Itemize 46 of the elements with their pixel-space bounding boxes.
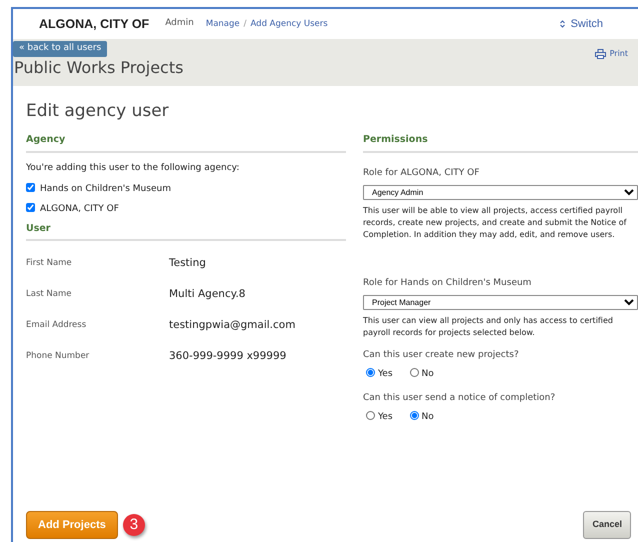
- agency-label: Hands on Children's Museum: [40, 184, 171, 194]
- organization-name: ALGONA, CITY OF: [39, 16, 150, 33]
- breadcrumb-link[interactable]: Manage: [206, 18, 240, 30]
- role-label: Role for Hands on Children's Museum: [363, 276, 532, 290]
- radio-label: No: [422, 369, 434, 380]
- radio-label: No: [422, 412, 434, 422]
- field-label: Last Name: [26, 288, 72, 302]
- field-value: Multi Agency.8: [169, 287, 246, 302]
- field-label: Phone Number: [26, 350, 90, 364]
- print-link[interactable]: Print: [594, 48, 628, 60]
- field-value: Testing: [169, 256, 206, 272]
- page-title: Public Works Projects: [14, 58, 184, 77]
- radio-label: Yes: [378, 412, 393, 422]
- breadcrumb-link[interactable]: Add Agency Users: [250, 18, 328, 30]
- section-heading: User: [26, 222, 346, 242]
- field-value: 360-999-9999 x99999: [169, 349, 286, 364]
- radio-button[interactable]: [410, 368, 419, 378]
- radio-button[interactable]: [366, 368, 375, 378]
- up-down-chevron-icon: [560, 20, 565, 28]
- step-badge: 3: [122, 514, 145, 536]
- agency-label: ALGONA, CITY OF: [40, 204, 119, 214]
- question-label: Can this user send a notice of completion?: [363, 392, 556, 405]
- question-label: Can this user create new projects?: [363, 348, 520, 362]
- cancel-button[interactable]: Cancel: [583, 511, 631, 538]
- radio-button[interactable]: [366, 411, 375, 420]
- field-label: First Name: [26, 257, 73, 270]
- printer-icon: [594, 49, 606, 59]
- role-label: Role for ALGONA, CITY OF: [363, 166, 480, 180]
- role-description: This user can view all projects and only has access to certified payroll records for projects selected below.: [363, 314, 614, 339]
- breadcrumb-separator: /: [244, 18, 247, 30]
- field-label: Email Address: [26, 319, 88, 332]
- role-label: Admin: [165, 17, 194, 30]
- role-description: This user will be able to view all projects, access certified payroll records, create new projects, and create and submit the Notice of Completion. In addition they may add, edit, and remove users.: [363, 204, 628, 241]
- role-select[interactable]: Agency Admin: [363, 185, 638, 200]
- section-heading: Permissions: [363, 133, 638, 153]
- instruction-text: You're adding this user to the following agency:: [26, 162, 240, 175]
- form-title: Edit agency user: [26, 101, 170, 122]
- field-value: testingpwia@gmail.com: [169, 318, 296, 334]
- agency-checkbox[interactable]: [26, 202, 35, 212]
- role-select[interactable]: Project Manager: [363, 295, 638, 310]
- radio-label: Yes: [378, 369, 393, 380]
- back-button[interactable]: « back to all users: [13, 41, 108, 56]
- agency-checkbox[interactable]: [26, 183, 35, 192]
- section-heading: Agency: [26, 133, 346, 153]
- radio-button[interactable]: [410, 411, 419, 420]
- switch-link[interactable]: Switch: [560, 16, 603, 32]
